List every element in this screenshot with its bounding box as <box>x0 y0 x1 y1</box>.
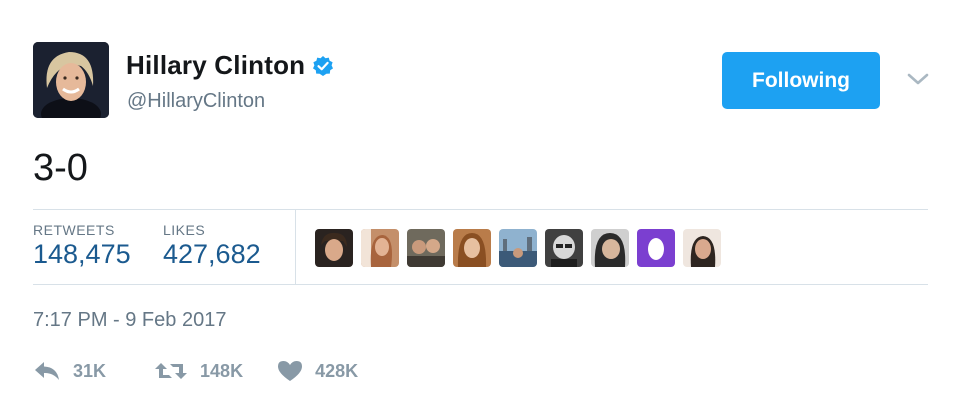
stats-bottom-divider <box>33 284 928 285</box>
author-name[interactable]: Hillary Clinton <box>126 50 305 81</box>
retweets-value: 148,475 <box>33 239 131 269</box>
liker-avatar[interactable] <box>499 229 537 267</box>
tweet-actions: 31K 148K 428K <box>33 360 392 382</box>
reply-count: 31K <box>73 360 107 381</box>
stats-vertical-divider <box>295 210 296 285</box>
profile-avatar[interactable] <box>33 42 109 118</box>
like-button[interactable]: 428K <box>277 360 358 382</box>
liker-avatar[interactable] <box>683 229 721 267</box>
retweets-label: RETWEETS <box>33 222 115 238</box>
heart-icon <box>277 360 303 382</box>
liker-avatar[interactable] <box>637 229 675 267</box>
reply-icon <box>33 360 61 382</box>
liker-avatars <box>315 229 721 267</box>
likes-label: LIKES <box>163 222 206 238</box>
retweets-stat[interactable]: RETWEETS 148,475 <box>33 222 131 270</box>
following-button[interactable]: Following <box>722 52 880 109</box>
author-handle[interactable]: @HillaryClinton <box>127 90 265 113</box>
liker-avatar[interactable] <box>453 229 491 267</box>
liker-avatar[interactable] <box>407 229 445 267</box>
chevron-down-icon[interactable] <box>906 70 930 88</box>
tweet-text: 3-0 <box>33 147 88 189</box>
like-count: 428K <box>315 360 359 381</box>
reply-button[interactable]: 31K <box>33 360 106 382</box>
liker-avatar[interactable] <box>315 229 353 267</box>
liker-avatar[interactable] <box>591 229 629 267</box>
author-name-row: Hillary Clinton <box>126 50 334 81</box>
verified-badge-icon <box>312 55 334 77</box>
likes-stat[interactable]: LIKES 427,682 <box>163 222 261 270</box>
stats-top-divider <box>33 209 928 210</box>
retweet-button[interactable]: 148K <box>154 360 243 382</box>
retweet-count: 148K <box>200 360 244 381</box>
liker-avatar[interactable] <box>545 229 583 267</box>
likes-value: 427,682 <box>163 239 261 269</box>
retweet-icon <box>154 360 188 382</box>
tweet-timestamp[interactable]: 7:17 PM - 9 Feb 2017 <box>33 309 226 332</box>
liker-avatar[interactable] <box>361 229 399 267</box>
